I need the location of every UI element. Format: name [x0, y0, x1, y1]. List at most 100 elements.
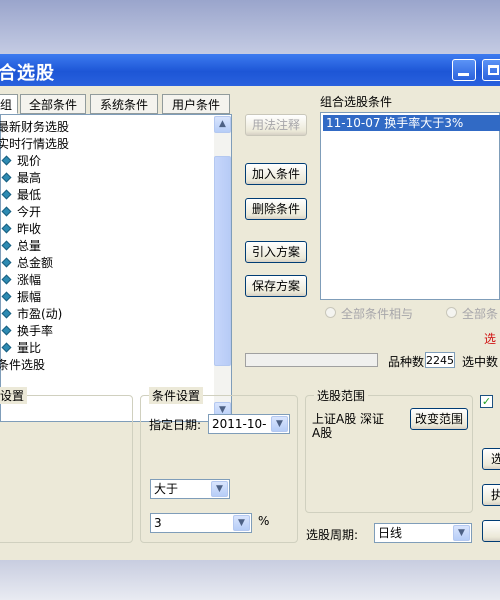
tree-item-label: 涨幅	[17, 273, 42, 287]
desktop-background-top	[0, 0, 500, 54]
threshold-value: 3	[154, 516, 162, 530]
tree-item-label: 最低	[17, 188, 42, 202]
button-label: 用法注释	[251, 118, 300, 132]
progress-bar	[245, 353, 378, 367]
indicator-icon	[1, 223, 12, 234]
tab-label: 全部条件	[28, 98, 77, 112]
radio-all-and-label: 全部条件相与	[341, 307, 414, 321]
button-label: 删除条件	[251, 202, 300, 216]
tree-item-label: 条件选股	[0, 358, 46, 372]
button-label: 加入条件	[251, 167, 300, 181]
chevron-up-icon: ▲	[219, 119, 226, 129]
indicator-icon	[1, 342, 12, 353]
period-select[interactable]: 日线 ▼	[374, 523, 472, 543]
tree-item-change[interactable]: 涨幅	[1, 272, 42, 288]
combo-condition-row[interactable]: 11-10-07 换手率大于3%	[323, 115, 500, 131]
tree-item-financial[interactable]: 最新财务选股	[0, 119, 69, 135]
save-plan-button[interactable]: 保存方案	[245, 275, 307, 297]
range-text-2: A股	[312, 426, 333, 440]
period-label: 选股周期:	[306, 528, 359, 542]
indicator-icon	[1, 308, 12, 319]
indicator-icon	[1, 291, 12, 302]
indicator-icon	[1, 257, 12, 268]
minimize-icon	[458, 73, 469, 76]
settings-group-title: 设置	[0, 387, 28, 404]
count-value: 2245	[425, 352, 455, 368]
combo-conditions-list[interactable]: 11-10-07 换手率大于3%	[320, 112, 500, 300]
indicator-icon	[1, 206, 12, 217]
execute-button[interactable]: 执	[482, 484, 500, 506]
tree-item-turnover[interactable]: 换手率	[1, 323, 54, 339]
add-condition-button[interactable]: 加入条件	[245, 163, 307, 185]
tab-group[interactable]: 组	[0, 94, 18, 114]
combo-conditions-heading: 组合选股条件	[320, 95, 393, 109]
tree-item-label: 昨收	[17, 222, 42, 236]
tab-all-conditions[interactable]: 全部条件	[20, 94, 86, 114]
operator-select[interactable]: 大于 ▼	[150, 479, 230, 499]
tree-item-open[interactable]: 今开	[1, 204, 42, 220]
threshold-input[interactable]: 3 ▼	[150, 513, 252, 533]
tree-item-low[interactable]: 最低	[1, 187, 42, 203]
indicator-icon	[1, 172, 12, 183]
date-picker[interactable]: 2011-10- ▼	[208, 414, 290, 434]
checkmark-icon: ✓	[481, 395, 492, 408]
tree-item-price[interactable]: 现价	[1, 153, 42, 169]
tree-item-label: 总金额	[17, 256, 54, 270]
count-label: 品种数	[388, 355, 425, 369]
tab-label: 用户条件	[171, 98, 220, 112]
period-value: 日线	[378, 526, 403, 540]
indicator-icon	[1, 274, 12, 285]
button-label: 保存方案	[251, 279, 300, 293]
tab-system-conditions[interactable]: 系统条件	[90, 94, 158, 114]
chevron-down-icon: ▼	[271, 416, 288, 432]
tree-item-realtime[interactable]: 实时行情选股	[0, 136, 69, 152]
chevron-down-icon: ▼	[211, 481, 228, 497]
selected-count-label: 选中数	[462, 355, 499, 369]
indicator-icon	[1, 240, 12, 251]
explain-button[interactable]: 用法注释	[245, 114, 307, 136]
tree-item-amplitude[interactable]: 振幅	[1, 289, 42, 305]
tree-item-volume-ratio[interactable]: 量比	[1, 340, 42, 356]
indicator-icon	[1, 155, 12, 166]
tab-user-conditions[interactable]: 用户条件	[162, 94, 230, 114]
radio-all-and[interactable]	[325, 307, 336, 318]
button-label: 改变范围	[414, 412, 463, 426]
select-hint: 选	[484, 332, 497, 346]
radio-all-or[interactable]	[446, 307, 457, 318]
select-button[interactable]: 选	[482, 448, 500, 470]
option-checkbox[interactable]: ✓	[480, 395, 493, 408]
maximize-button[interactable]	[482, 59, 500, 81]
tree-item-condition[interactable]: 条件选股	[0, 357, 45, 373]
tree-scrollbar[interactable]: ▲ ▼	[214, 116, 231, 420]
tree-item-label: 现价	[17, 154, 42, 168]
scroll-up-button[interactable]: ▲	[214, 116, 231, 133]
settings-group: 设置	[0, 387, 133, 543]
import-plan-button[interactable]: 引入方案	[245, 241, 307, 263]
minimize-button[interactable]	[452, 59, 476, 81]
condition-tree[interactable]: 最新财务选股 实时行情选股 现价 最高 最低 今开 昨收 总量 总金额 涨幅 振…	[0, 114, 232, 422]
indicator-icon	[1, 325, 12, 336]
button-label: 执	[490, 488, 500, 502]
chevron-down-icon: ▼	[233, 515, 250, 531]
tree-item-label: 振幅	[17, 290, 42, 304]
range-group: 选股范围 上证A股 深证 A股 改变范围	[305, 387, 473, 513]
tree-item-amount[interactable]: 总金额	[1, 255, 54, 271]
tree-item-label: 实时行情选股	[0, 137, 70, 151]
tree-item-label: 市盈(动)	[17, 307, 63, 321]
scroll-thumb[interactable]	[214, 156, 231, 366]
window-title: 合选股	[0, 63, 55, 84]
tree-item-label: 量比	[17, 341, 42, 355]
tree-item-label: 换手率	[17, 324, 54, 338]
tree-item-volume[interactable]: 总量	[1, 238, 41, 254]
delete-condition-button[interactable]: 删除条件	[245, 198, 307, 220]
tree-item-pe[interactable]: 市盈(动)	[1, 306, 63, 322]
tree-item-high[interactable]: 最高	[1, 170, 41, 186]
combo-stock-picker-window: 合选股 组 全部条件 系统条件 用户条件 最新财务选股 实时行情选股 现价 最高…	[0, 54, 500, 560]
tree-item-label: 今开	[17, 205, 42, 219]
extra-button[interactable]	[482, 520, 500, 542]
tab-label: 系统条件	[99, 98, 148, 112]
change-range-button[interactable]: 改变范围	[410, 408, 468, 430]
tree-item-prev-close[interactable]: 昨收	[1, 221, 42, 237]
radio-all-or-label: 全部条	[462, 307, 499, 321]
title-bar[interactable]: 合选股	[0, 54, 500, 86]
